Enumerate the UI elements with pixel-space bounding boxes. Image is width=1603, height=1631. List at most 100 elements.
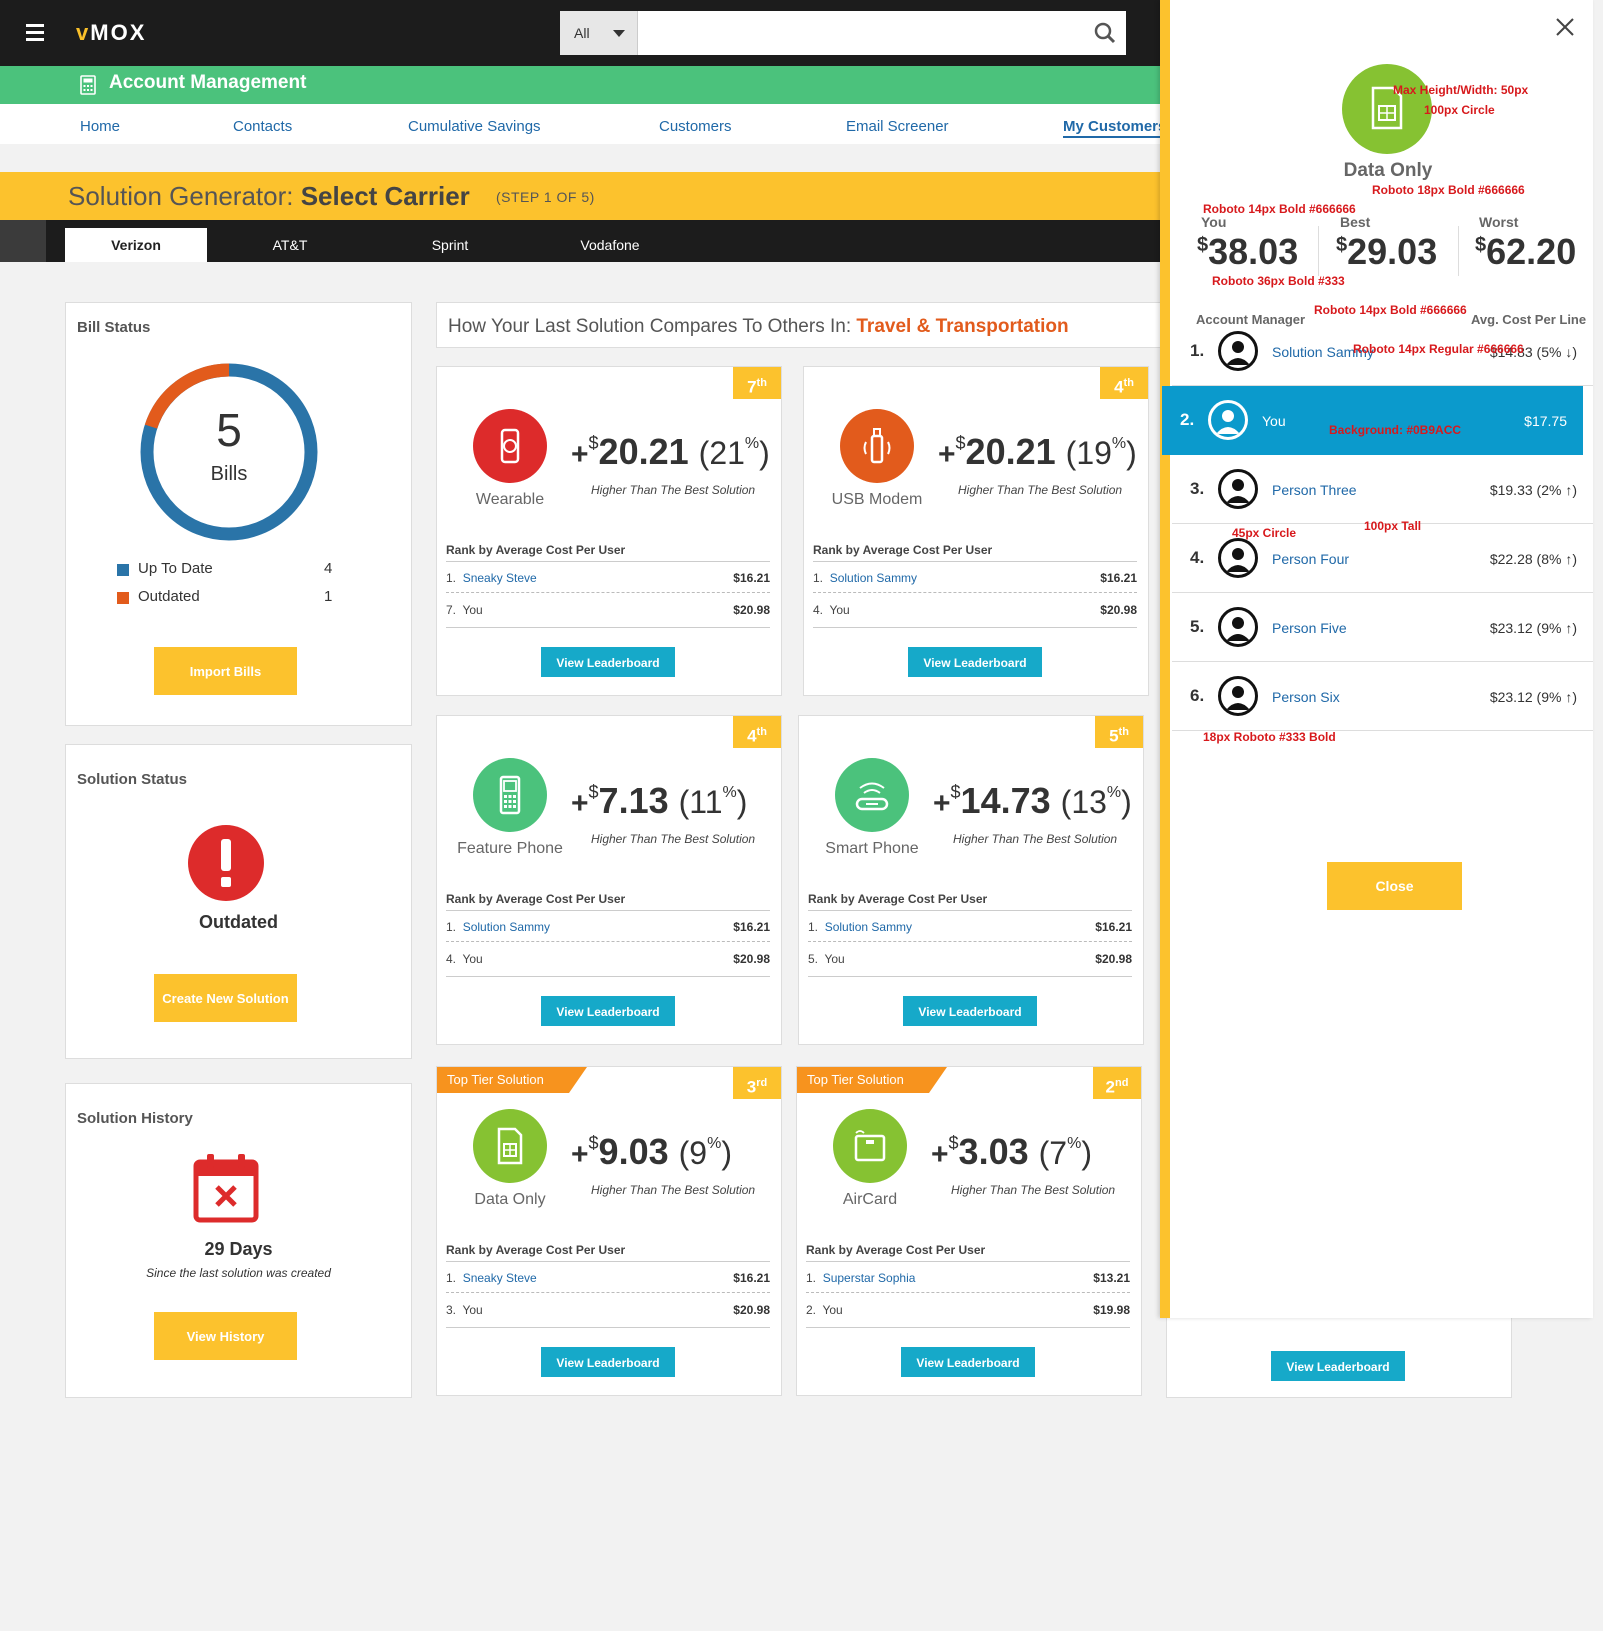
stat-label-you: You bbox=[1201, 214, 1227, 230]
days-caption: Since the last solution was created bbox=[146, 1266, 331, 1280]
price-difference: +$20.21 (21%) bbox=[571, 431, 770, 472]
leader-cost: $17.75 bbox=[1524, 413, 1567, 429]
stat-value-best: $29.03 bbox=[1336, 231, 1438, 272]
leader-name[interactable]: Person Six bbox=[1272, 689, 1340, 705]
nav-home[interactable]: Home bbox=[80, 118, 120, 135]
rank-row: 2. You $19.98 bbox=[806, 1303, 1130, 1317]
view-leaderboard-button[interactable]: View Leaderboard bbox=[541, 1347, 675, 1377]
view-leaderboard-button[interactable]: View Leaderboard bbox=[903, 996, 1037, 1026]
rank-badge: 4th bbox=[1100, 367, 1148, 399]
price-caption: Higher Than The Best Solution bbox=[951, 1183, 1116, 1197]
divider bbox=[446, 561, 770, 562]
rank-badge: 2nd bbox=[1093, 1067, 1141, 1099]
leaderboard-row[interactable]: 3. Person Three $19.33 (2% ↑) bbox=[1172, 455, 1593, 524]
hamburger-menu-icon[interactable] bbox=[26, 24, 44, 41]
divider bbox=[808, 976, 1132, 977]
side-panel-icon-circle bbox=[1342, 64, 1432, 154]
bill-status-panel: Bill Status 5 Bills Up To Date 4 Outdate… bbox=[65, 302, 412, 726]
tab-sprint[interactable]: Sprint bbox=[390, 228, 510, 262]
view-leaderboard-button[interactable]: View Leaderboard bbox=[541, 647, 675, 677]
person-name[interactable]: Solution Sammy bbox=[825, 920, 912, 934]
view-history-button[interactable]: View History bbox=[154, 1312, 297, 1360]
avatar-icon bbox=[1208, 400, 1248, 440]
nav-contacts[interactable]: Contacts bbox=[233, 118, 292, 135]
rank-row: 3. You $20.98 bbox=[446, 1303, 770, 1317]
person-name[interactable]: Sneaky Steve bbox=[463, 1271, 537, 1285]
logo[interactable]: vMOX bbox=[76, 20, 146, 46]
tab-vodafone[interactable]: Vodafone bbox=[550, 228, 670, 262]
section-title: Account Management bbox=[109, 72, 307, 93]
price-difference: +$14.73 (13%) bbox=[933, 780, 1132, 821]
leader-name[interactable]: Person Four bbox=[1272, 551, 1349, 567]
device-name: USB Modem bbox=[831, 491, 923, 508]
device-icon-circle bbox=[473, 758, 547, 832]
calendar-icon bbox=[193, 1154, 259, 1223]
main-nav bbox=[0, 104, 1170, 144]
rank-number: 4. bbox=[1190, 548, 1205, 567]
close-icon[interactable] bbox=[1555, 17, 1575, 37]
nav-cumulative-savings[interactable]: Cumulative Savings bbox=[408, 118, 541, 135]
close-button[interactable]: Close bbox=[1327, 862, 1462, 910]
annotation: Max Height/Width: 50px bbox=[1393, 83, 1529, 97]
divider bbox=[446, 941, 770, 942]
rank-by-heading: Rank by Average Cost Per User bbox=[808, 892, 988, 906]
search-input[interactable] bbox=[638, 11, 1126, 55]
step-indicator: (STEP 1 OF 5) bbox=[496, 189, 595, 205]
leader-name[interactable]: Person Five bbox=[1272, 620, 1347, 636]
alert-icon bbox=[188, 825, 264, 901]
divider bbox=[446, 910, 770, 911]
rank-number: 6. bbox=[1190, 686, 1205, 705]
leaderboard-row[interactable]: 5. Person Five $23.12 (9% ↑) bbox=[1172, 593, 1593, 662]
person-name[interactable]: Solution Sammy bbox=[463, 920, 550, 934]
search-icon[interactable] bbox=[1094, 22, 1116, 44]
panel-title: Solution Status bbox=[77, 771, 187, 788]
nav-email-screener[interactable]: Email Screener bbox=[846, 118, 949, 135]
price-caption: Higher Than The Best Solution bbox=[958, 483, 1123, 497]
person-name[interactable]: Superstar Sophia bbox=[823, 1271, 916, 1285]
side-panel-title: Data Only bbox=[1343, 160, 1433, 181]
price-caption: Higher Than The Best Solution bbox=[591, 1183, 756, 1197]
person-name[interactable]: Solution Sammy bbox=[830, 571, 917, 585]
nav-my-customers[interactable]: My Customers bbox=[1063, 118, 1167, 138]
tab-att[interactable]: AT&T bbox=[230, 228, 350, 262]
divider bbox=[446, 1327, 770, 1328]
price-caption: Higher Than The Best Solution bbox=[591, 483, 756, 497]
stat-label-worst: Worst bbox=[1479, 214, 1519, 230]
divider bbox=[808, 941, 1132, 942]
tab-verizon[interactable]: Verizon bbox=[65, 228, 207, 262]
view-leaderboard-button[interactable]: View Leaderboard bbox=[541, 996, 675, 1026]
import-bills-button[interactable]: Import Bills bbox=[154, 647, 297, 695]
create-new-solution-button[interactable]: Create New Solution bbox=[154, 974, 297, 1022]
view-leaderboard-button[interactable]: View Leaderboard bbox=[908, 647, 1042, 677]
nav-customers[interactable]: Customers bbox=[659, 118, 732, 135]
bill-count: 5 bbox=[216, 404, 242, 456]
leaderboard-row[interactable]: 6. Person Six $23.12 (9% ↑) bbox=[1172, 662, 1593, 731]
page-title: Solution Generator: Select Carrier bbox=[68, 181, 470, 211]
divider bbox=[813, 561, 1137, 562]
leaderboard-row[interactable]: 2. You $17.75 bbox=[1162, 386, 1583, 455]
view-leaderboard-button[interactable]: View Leaderboard bbox=[1271, 1351, 1405, 1381]
leader-cost: $19.33 (2% ↑) bbox=[1489, 482, 1577, 498]
view-leaderboard-button[interactable]: View Leaderboard bbox=[901, 1347, 1035, 1377]
top-tier-badge: Top Tier Solution bbox=[437, 1067, 587, 1093]
legend-value: 4 bbox=[324, 560, 333, 577]
device-icon-circle bbox=[840, 409, 914, 483]
person-name[interactable]: Sneaky Steve bbox=[463, 571, 537, 585]
rank-row: 1. Solution Sammy $16.21 bbox=[446, 920, 770, 934]
rank-number: 2. bbox=[1180, 410, 1195, 429]
rank-by-heading: Rank by Average Cost Per User bbox=[446, 1243, 626, 1257]
solution-card: 4th USB Modem +$20.21 (19%) Higher Than The… bbox=[803, 366, 1149, 696]
annotation: Roboto 14px Regular #666666 bbox=[1353, 342, 1524, 356]
leader-name[interactable]: Person Three bbox=[1272, 482, 1357, 498]
divider bbox=[446, 592, 770, 593]
leader-name[interactable]: You bbox=[1262, 413, 1286, 429]
price-caption: Higher Than The Best Solution bbox=[591, 832, 756, 846]
solution-card: 5th Smart Phone +$14.73 (13%) Higher Than T… bbox=[798, 715, 1144, 1045]
panel-title: Solution History bbox=[77, 1110, 193, 1127]
divider bbox=[806, 1261, 1130, 1262]
top-tier-badge: Top Tier Solution bbox=[797, 1067, 947, 1093]
search-scope-select[interactable]: All bbox=[560, 11, 638, 55]
divider bbox=[446, 627, 770, 628]
annotation: Roboto 14px Bold #666666 bbox=[1314, 303, 1467, 317]
rank-by-heading: Rank by Average Cost Per User bbox=[446, 543, 626, 557]
